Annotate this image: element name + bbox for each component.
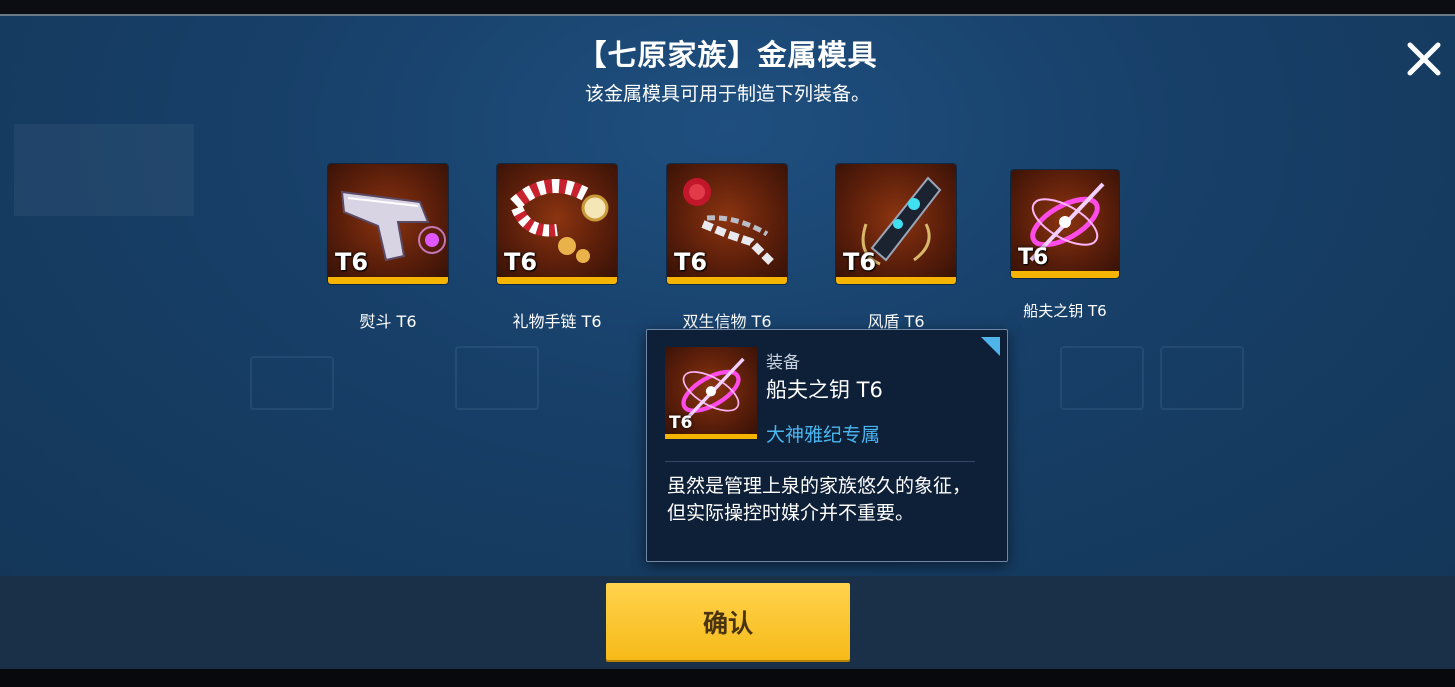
rarity-bar <box>497 277 617 284</box>
tooltip-corner-marker <box>981 337 1000 356</box>
equipment-item[interactable]: T6 礼物手链 T6 <box>497 164 617 332</box>
tooltip-description: 虽然是管理上泉的家族悠久的象征，但实际操控时媒介并不重要。 <box>667 475 972 524</box>
rarity-bar <box>836 277 956 284</box>
tooltip-item-name: 船夫之钥 T6 <box>766 378 883 402</box>
tooltip-category: 装备 <box>766 353 800 373</box>
rarity-bar <box>665 434 757 439</box>
tooltip-divider <box>665 461 975 462</box>
item-tooltip: T6 装备 船夫之钥 T6 大神雅纪专属 虽然是管理上泉的家族悠久的象征，但实际… <box>646 329 1008 562</box>
rarity-bar <box>328 277 448 284</box>
item-name: 船夫之钥 T6 <box>1023 302 1107 320</box>
item-card: T6 <box>667 164 787 284</box>
tier-label: T6 <box>504 248 538 276</box>
item-card: T6 <box>1011 170 1119 278</box>
item-card: T6 <box>497 164 617 284</box>
background-ghost-box <box>1160 346 1244 410</box>
background-sidebar-highlight <box>14 124 194 216</box>
equipment-item[interactable]: T6 风盾 T6 <box>836 164 956 332</box>
tier-label: T6 <box>669 413 693 433</box>
background-ghost-box <box>455 346 539 410</box>
item-name: 熨斗 T6 <box>359 312 417 331</box>
tier-label: T6 <box>674 248 708 276</box>
close-icon[interactable] <box>1405 40 1443 78</box>
dialog-subtitle: 该金属模具可用于制造下列装备。 <box>584 83 870 105</box>
dialog-panel: 【七原家族】金属模具 该金属模具可用于制造下列装备。 T6 熨斗 T6 T6 礼… <box>0 16 1455 576</box>
rarity-bar <box>667 277 787 284</box>
dialog-title: 【七原家族】金属模具 <box>577 38 878 72</box>
background-ghost-box <box>250 356 334 410</box>
item-name: 礼物手链 T6 <box>512 312 602 331</box>
equipment-item-selected[interactable]: T6 船夫之钥 T6 <box>1011 170 1119 321</box>
equipment-item[interactable]: T6 双生信物 T6 <box>667 164 787 332</box>
equipment-item[interactable]: T6 熨斗 T6 <box>328 164 448 332</box>
bottom-edge-bar <box>0 669 1455 687</box>
confirm-button[interactable]: 确认 <box>606 583 850 660</box>
item-card: T6 <box>328 164 448 284</box>
rarity-bar <box>1011 271 1119 278</box>
tier-label: T6 <box>843 248 877 276</box>
tooltip-exclusive-label: 大神雅纪专属 <box>766 424 881 446</box>
tier-label: T6 <box>335 248 369 276</box>
tier-label: T6 <box>1018 245 1049 270</box>
item-card: T6 <box>836 164 956 284</box>
background-ghost-box <box>1060 346 1144 410</box>
tooltip-item-thumbnail: T6 <box>665 347 757 439</box>
top-edge-bar <box>0 0 1455 16</box>
